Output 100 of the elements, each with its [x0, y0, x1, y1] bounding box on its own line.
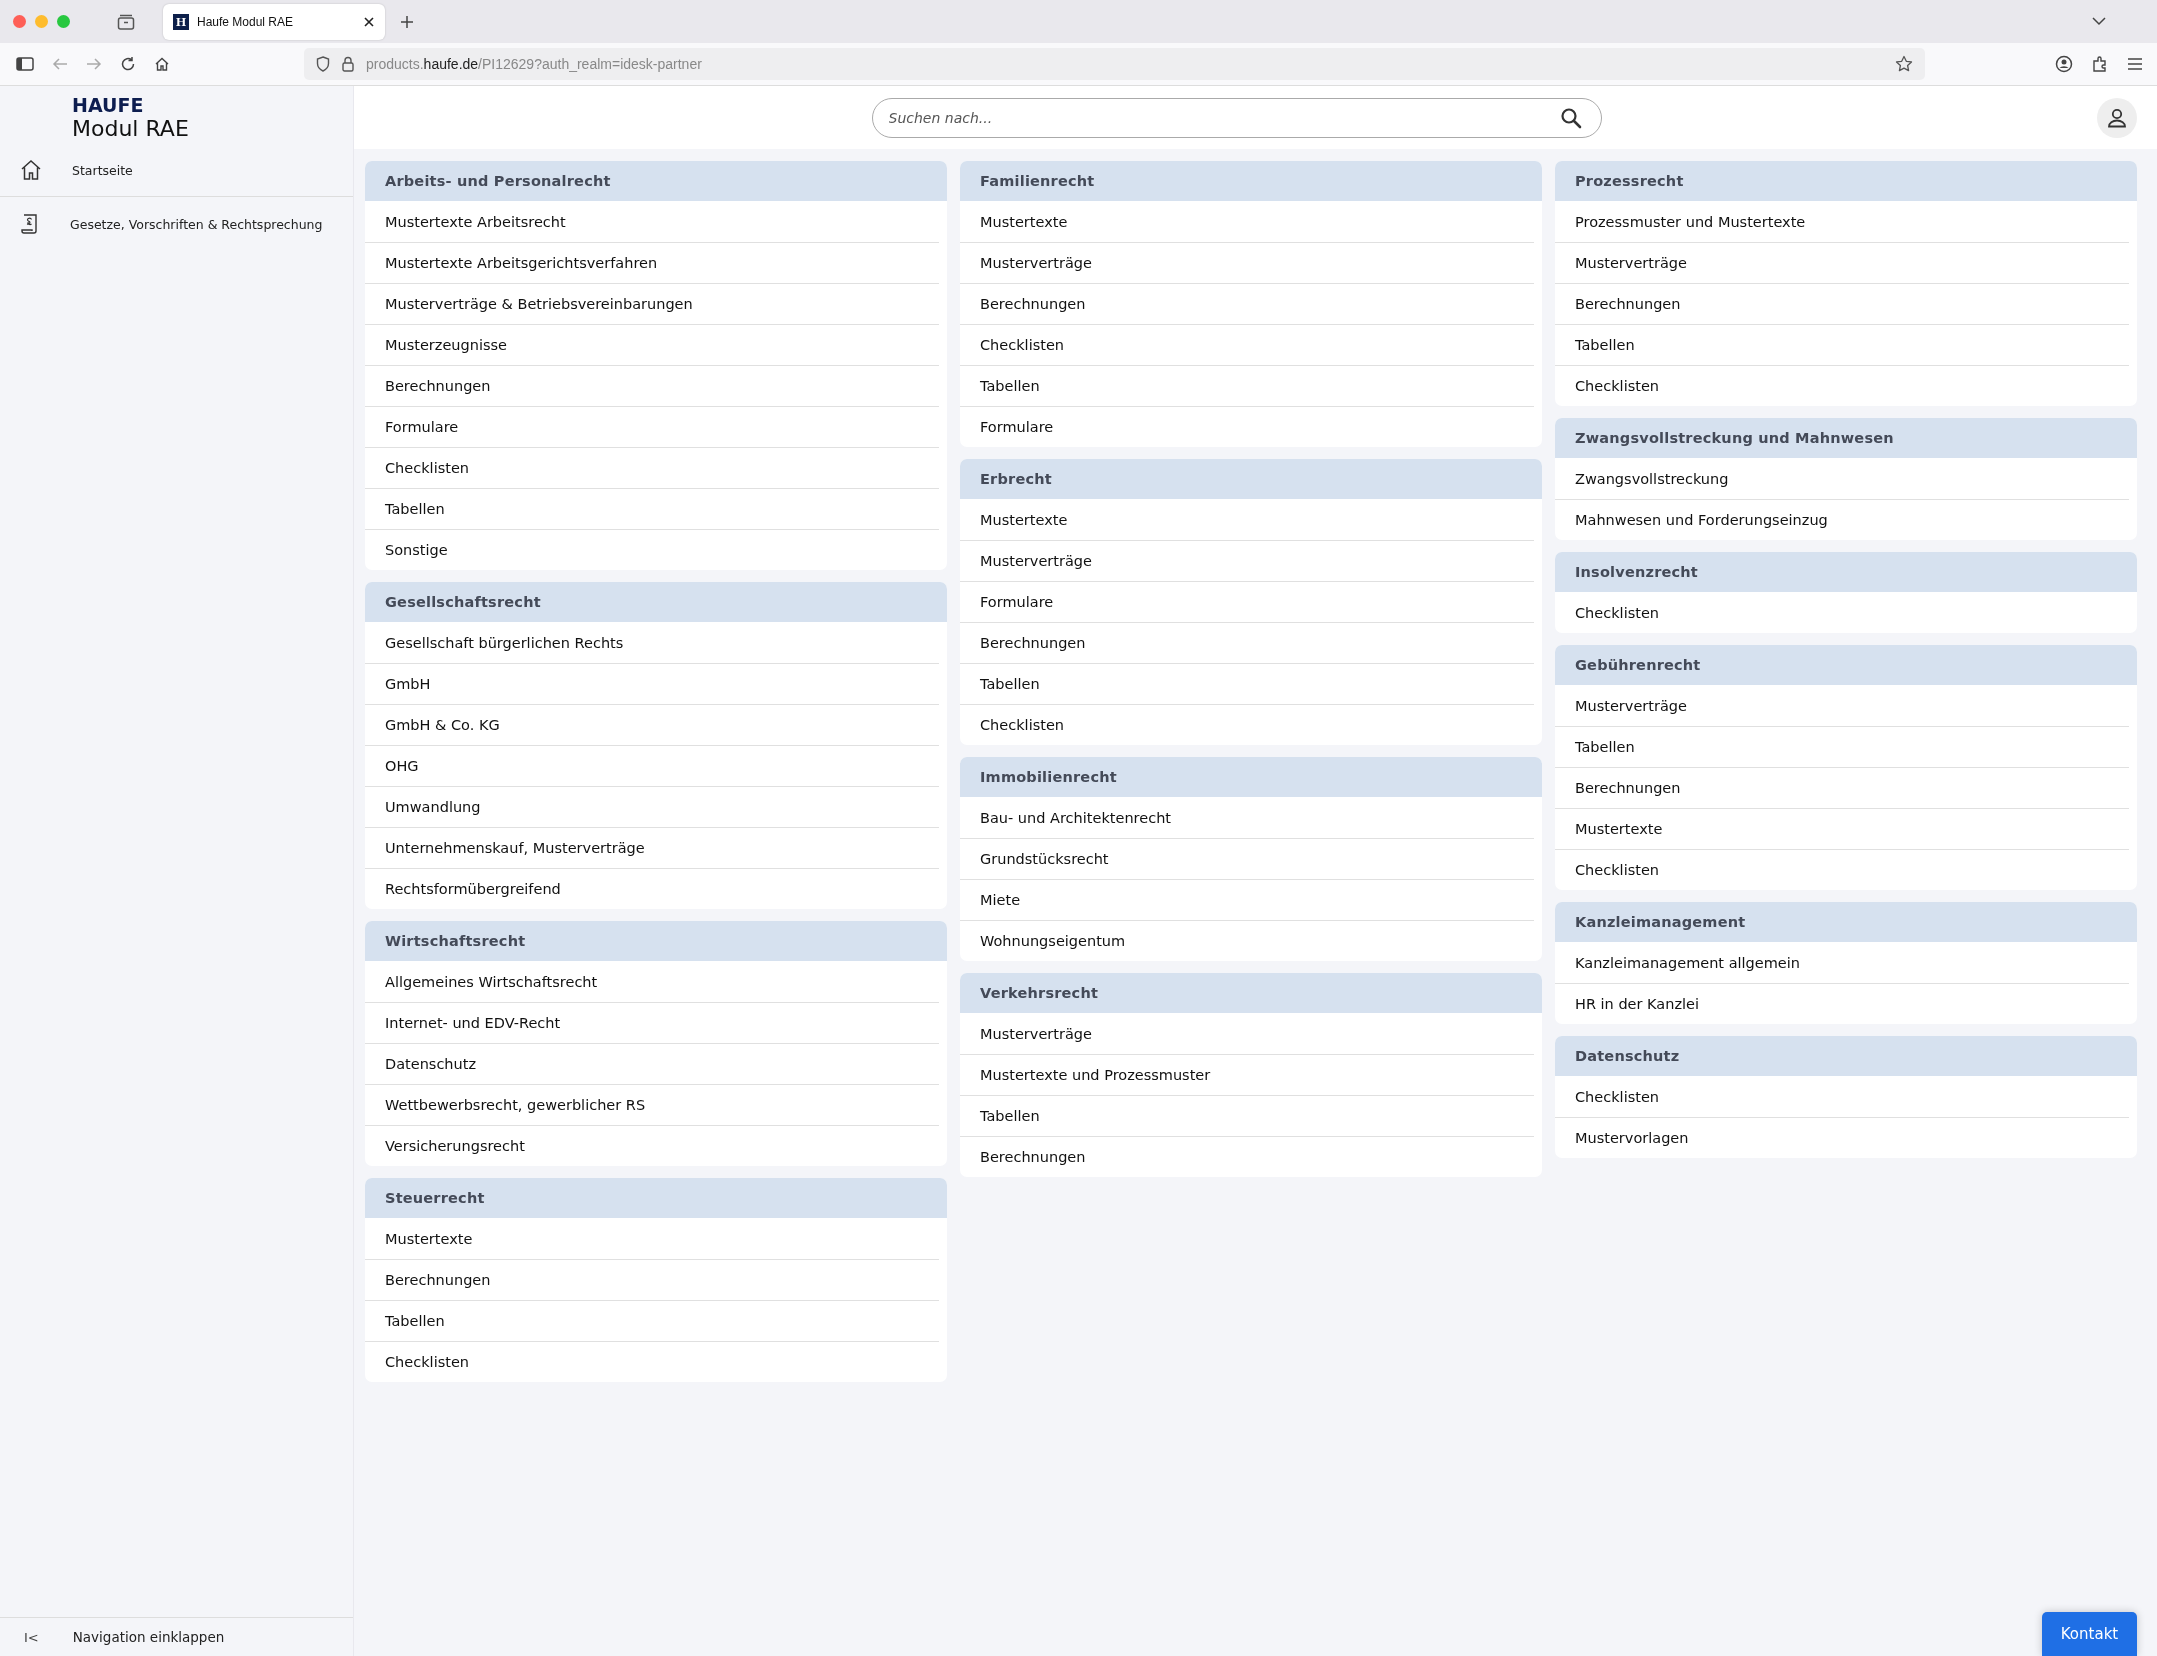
category-link[interactable]: Musterverträge	[1555, 685, 2129, 726]
category-link[interactable]: HR in der Kanzlei	[1555, 983, 2129, 1024]
category-link[interactable]: Allgemeines Wirtschaftsrecht	[365, 961, 939, 1002]
category-link[interactable]: Formulare	[365, 406, 939, 447]
shield-icon	[316, 56, 330, 72]
search-icon[interactable]	[1559, 106, 1582, 129]
category-link[interactable]: Rechtsformübergreifend	[365, 868, 939, 909]
category-header: Gebührenrecht	[1555, 645, 2137, 685]
category-link[interactable]: Musterverträge & Betriebsvereinbarungen	[365, 283, 939, 324]
category-header: Verkehrsrecht	[960, 973, 1542, 1013]
category-link[interactable]: Berechnungen	[960, 622, 1534, 663]
close-window-dot[interactable]	[13, 15, 26, 28]
category-link[interactable]: Checklisten	[1555, 849, 2129, 890]
category-header: Familienrecht	[960, 161, 1542, 201]
reload-icon[interactable]	[120, 56, 136, 72]
user-avatar[interactable]	[2097, 98, 2137, 138]
category-link[interactable]: Wettbewerbsrecht, gewerblicher RS	[365, 1084, 939, 1125]
category-link[interactable]: Formulare	[960, 406, 1534, 447]
tab-title: Haufe Modul RAE	[197, 14, 295, 29]
category-link[interactable]: Mustertexte	[960, 499, 1534, 540]
category-link[interactable]: Musterverträge	[1555, 242, 2129, 283]
new-tab-icon[interactable]	[399, 13, 415, 30]
sidebar-item[interactable]: Gesetze, Vorschriften & Rechtsprechung	[0, 197, 353, 251]
category-link[interactable]: Mustertexte Arbeitsrecht	[365, 201, 939, 242]
category-link[interactable]: GmbH & Co. KG	[365, 704, 939, 745]
category-link[interactable]: Zwangsvollstreckung	[1555, 458, 2129, 499]
category-link[interactable]: Prozessmuster und Mustertexte	[1555, 201, 2129, 242]
category-header: Kanzleimanagement	[1555, 902, 2137, 942]
category-link[interactable]: Gesellschaft bürgerlichen Rechts	[365, 622, 939, 663]
category-link[interactable]: Mahnwesen und Forderungseinzug	[1555, 499, 2129, 540]
category-link[interactable]: Berechnungen	[365, 365, 939, 406]
category-link[interactable]: Berechnungen	[1555, 767, 2129, 808]
tab-overview-icon[interactable]	[117, 13, 135, 30]
category-link[interactable]: OHG	[365, 745, 939, 786]
sidebar-toggle-icon[interactable]	[16, 57, 34, 71]
category-link[interactable]: Versicherungsrecht	[365, 1125, 939, 1166]
home-icon	[20, 159, 42, 181]
category-link[interactable]: Checklisten	[960, 704, 1534, 745]
category-link[interactable]: Musterverträge	[960, 1013, 1534, 1054]
category-link[interactable]: Berechnungen	[960, 283, 1534, 324]
category-link[interactable]: Mustertexte	[1555, 808, 2129, 849]
lock-icon	[342, 56, 354, 72]
account-icon[interactable]	[2055, 55, 2073, 73]
category-link[interactable]: Checklisten	[960, 324, 1534, 365]
category-link[interactable]: Mustertexte	[960, 201, 1534, 242]
category-link[interactable]: Kanzleimanagement allgemein	[1555, 942, 2129, 983]
category-link[interactable]: Internet- und EDV-Recht	[365, 1002, 939, 1043]
search-field[interactable]: Suchen nach...	[871, 97, 1602, 138]
category-link[interactable]: Mustertexte	[365, 1218, 939, 1259]
collapse-navigation-button[interactable]: I< Navigation einklappen	[0, 1617, 353, 1656]
extensions-icon[interactable]	[2091, 55, 2109, 73]
close-icon[interactable]	[363, 15, 375, 28]
category-link[interactable]: Mustertexte und Prozessmuster	[960, 1054, 1534, 1095]
category-link[interactable]: Tabellen	[365, 1300, 939, 1341]
category-link[interactable]: Musterverträge	[960, 540, 1534, 581]
category-link[interactable]: Checklisten	[1555, 592, 2129, 633]
brand-logo: HAUFE	[72, 94, 145, 116]
category-link[interactable]: GmbH	[365, 663, 939, 704]
product-title: Modul RAE	[72, 116, 190, 142]
minimize-window-dot[interactable]	[35, 15, 48, 28]
category-header: Arbeits- und Personalrecht	[365, 161, 947, 201]
category-link[interactable]: Mustertexte Arbeitsgerichtsverfahren	[365, 242, 939, 283]
category-header: Gesellschaftsrecht	[365, 582, 947, 622]
category-link[interactable]: Mustervorlagen	[1555, 1117, 2129, 1158]
category-link[interactable]: Checklisten	[1555, 365, 2129, 406]
browser-tab[interactable]: H Haufe Modul RAE	[163, 3, 385, 40]
category-link[interactable]: Tabellen	[960, 663, 1534, 704]
category-link[interactable]: Unternehmenskauf, Musterverträge	[365, 827, 939, 868]
category-header: Wirtschaftsrecht	[365, 921, 947, 961]
star-icon[interactable]	[1895, 55, 1913, 73]
category-link[interactable]: Checklisten	[365, 1341, 939, 1382]
category-link[interactable]: Datenschutz	[365, 1043, 939, 1084]
home-icon[interactable]	[154, 56, 170, 72]
category-link[interactable]: Checklisten	[365, 447, 939, 488]
category-link[interactable]: Berechnungen	[1555, 283, 2129, 324]
sidebar-item[interactable]: Startseite	[0, 144, 353, 197]
favicon-logo: H	[173, 13, 189, 30]
category-link[interactable]: Tabellen	[1555, 726, 2129, 767]
category-link[interactable]: Checklisten	[1555, 1076, 2129, 1117]
category-link[interactable]: Tabellen	[960, 365, 1534, 406]
chevron-down-icon[interactable]	[2091, 16, 2107, 26]
menu-icon[interactable]	[2127, 57, 2143, 71]
category-link[interactable]: Berechnungen	[960, 1136, 1534, 1177]
maximize-window-dot[interactable]	[57, 15, 70, 28]
category-link[interactable]: Musterverträge	[960, 242, 1534, 283]
category-link[interactable]: Wohnungseigentum	[960, 920, 1534, 961]
category-link[interactable]: Formulare	[960, 581, 1534, 622]
contact-button[interactable]: Kontakt	[2042, 1612, 2137, 1656]
category-header: Insolvenzrecht	[1555, 552, 2137, 592]
category-link[interactable]: Umwandlung	[365, 786, 939, 827]
category-link[interactable]: Sonstige	[365, 529, 939, 570]
category-link[interactable]: Tabellen	[1555, 324, 2129, 365]
category-link[interactable]: Miete	[960, 879, 1534, 920]
category-link[interactable]: Grundstücksrecht	[960, 838, 1534, 879]
category-link[interactable]: Tabellen	[365, 488, 939, 529]
address-bar[interactable]: products.haufe.de/PI12629?auth_realm=idesk-partner	[304, 48, 1925, 80]
category-link[interactable]: Musterzeugnisse	[365, 324, 939, 365]
category-link[interactable]: Tabellen	[960, 1095, 1534, 1136]
category-link[interactable]: Berechnungen	[365, 1259, 939, 1300]
category-link[interactable]: Bau- und Architektenrecht	[960, 797, 1534, 838]
